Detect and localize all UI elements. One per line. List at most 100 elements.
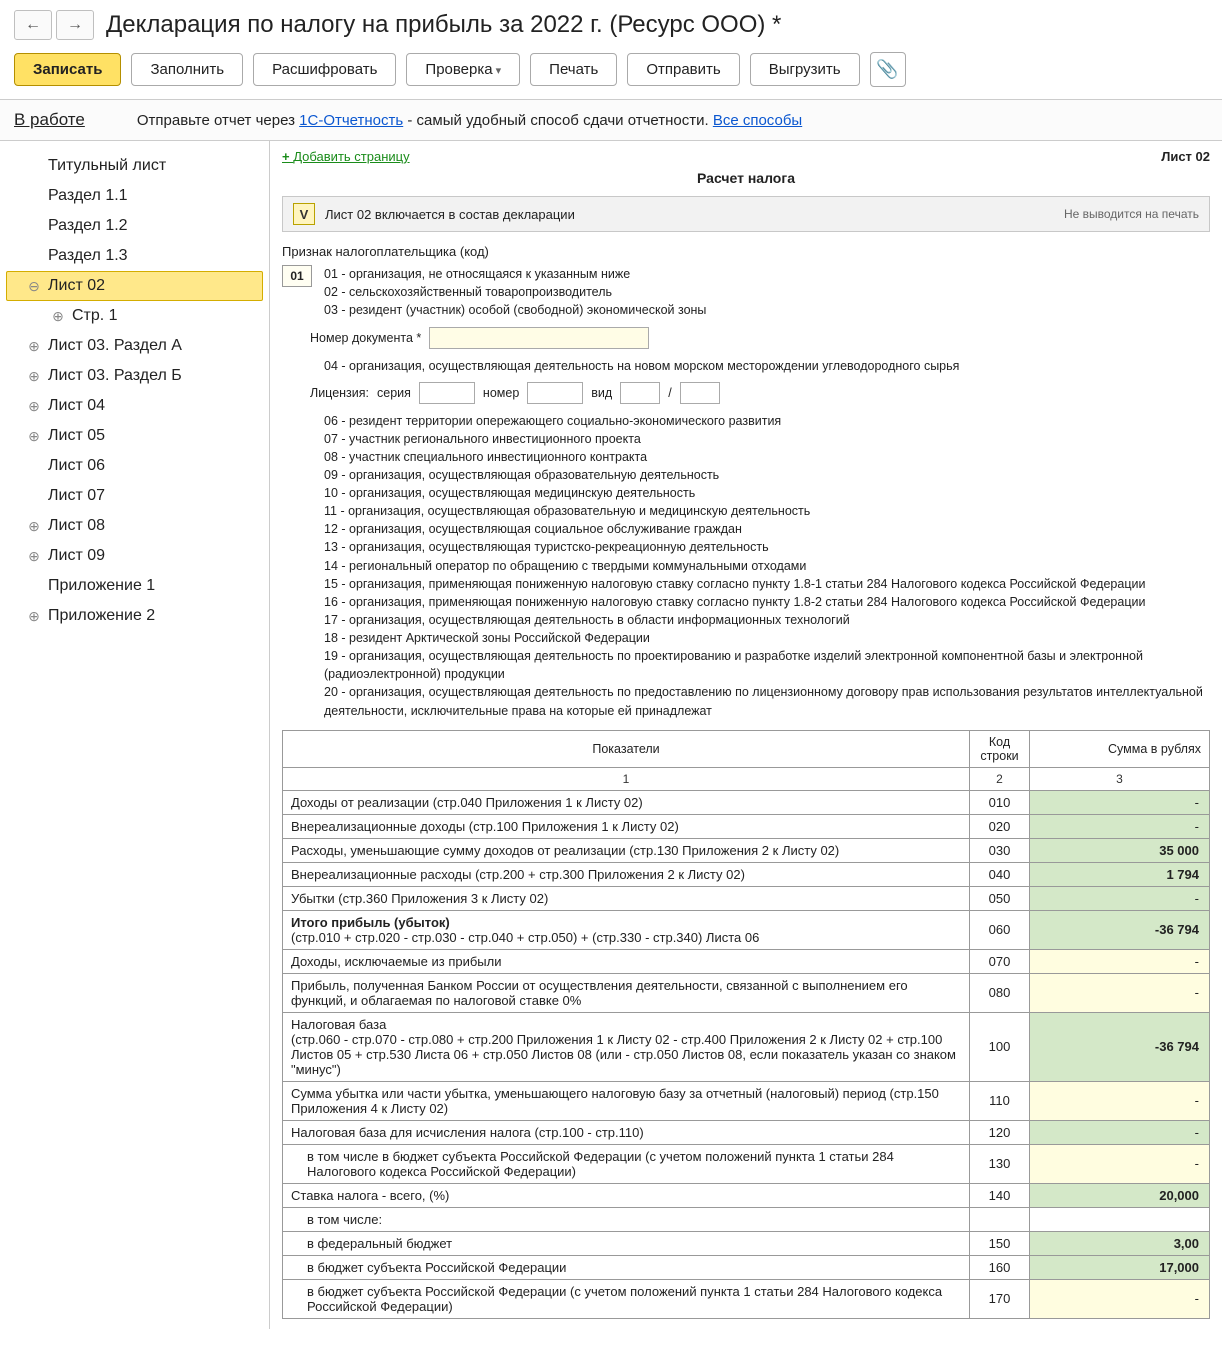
expand-icon[interactable]: ⊕ (50, 308, 66, 324)
tree-item[interactable]: Лист 06 (6, 451, 263, 481)
expand-icon[interactable]: ⊕ (26, 338, 42, 354)
cell-sum[interactable]: 20,000 (1030, 1183, 1210, 1207)
tree-item[interactable]: ⊕Стр. 1 (6, 301, 263, 331)
reporting-link[interactable]: 1С-Отчетность (299, 112, 403, 129)
cell-sum[interactable]: -36 794 (1030, 1012, 1210, 1081)
license-series-input[interactable] (419, 382, 475, 404)
table-row: Доходы от реализации (стр.040 Приложения… (283, 790, 1210, 814)
cell-sum[interactable]: - (1030, 949, 1210, 973)
tree-item-label: Титульный лист (48, 157, 166, 175)
cell-code: 100 (970, 1012, 1030, 1081)
cell-sum[interactable]: 3,00 (1030, 1231, 1210, 1255)
taxpayer-code-value[interactable]: 01 (282, 265, 312, 287)
check-button[interactable]: Проверка (406, 53, 520, 86)
decode-button[interactable]: Расшифровать (253, 53, 396, 86)
expand-icon[interactable]: ⊕ (26, 398, 42, 414)
cell-sum[interactable]: 35 000 (1030, 838, 1210, 862)
cell-sum[interactable]: - (1030, 814, 1210, 838)
cell-sum[interactable]: 17,000 (1030, 1255, 1210, 1279)
cell-indicator: в том числе в бюджет субъекта Российской… (283, 1144, 970, 1183)
cell-sum[interactable]: 1 794 (1030, 862, 1210, 886)
collapse-icon[interactable]: ⊖ (26, 278, 42, 294)
tree-item[interactable]: ⊕ Лист 09 (6, 541, 263, 571)
tree-item[interactable]: ⊖Лист 02 (6, 271, 263, 301)
cell-sum[interactable]: - (1030, 886, 1210, 910)
print-button[interactable]: Печать (530, 53, 617, 86)
all-methods-link[interactable]: Все способы (713, 112, 802, 129)
table-row: в том числе в бюджет субъекта Российской… (283, 1144, 1210, 1183)
cell-sum[interactable]: -36 794 (1030, 910, 1210, 949)
send-button[interactable]: Отправить (627, 53, 739, 86)
cell-sum[interactable]: - (1030, 1081, 1210, 1120)
tree-item-label: Лист 06 (48, 457, 105, 475)
tree-item[interactable]: ⊕Лист 03. Раздел А (6, 331, 263, 361)
code-description: 15 - организация, применяющая пониженную… (324, 575, 1210, 593)
code-description: 03 - резидент (участник) особой (свободн… (324, 301, 1210, 319)
tree-item[interactable]: ⊕Лист 05 (6, 421, 263, 451)
tree-item[interactable]: ⊕ Лист 04 (6, 391, 263, 421)
fill-button[interactable]: Заполнить (131, 53, 243, 86)
code-line-04: 04 - организация, осуществляющая деятель… (324, 357, 1210, 375)
cell-code (970, 1207, 1030, 1231)
code-description: 18 - резидент Арктической зоны Российско… (324, 629, 1210, 647)
write-button[interactable]: Записать (14, 53, 121, 86)
tree-item[interactable]: ⊕Лист 03. Раздел Б (6, 361, 263, 391)
tree-item[interactable]: ⊕Приложение 2 (6, 601, 263, 631)
tree-item-label: Раздел 1.3 (48, 247, 128, 265)
include-checkbox[interactable]: V (293, 203, 315, 225)
cell-indicator: Доходы от реализации (стр.040 Приложения… (283, 790, 970, 814)
code-description: 09 - организация, осуществляющая образов… (324, 466, 1210, 484)
table-row: Сумма убытка или части убытка, уменьшающ… (283, 1081, 1210, 1120)
cell-code: 080 (970, 973, 1030, 1012)
code-description: 14 - региональный оператор по обращению … (324, 557, 1210, 575)
cell-code: 110 (970, 1081, 1030, 1120)
expand-icon[interactable]: ⊕ (26, 428, 42, 444)
tree-item[interactable]: Раздел 1.3 (6, 241, 263, 271)
no-print-label: Не выводится на печать (1064, 207, 1199, 221)
cell-sum[interactable]: - (1030, 1144, 1210, 1183)
cell-sum[interactable]: - (1030, 790, 1210, 814)
tree-item[interactable]: ⊕ Лист 08 (6, 511, 263, 541)
expand-icon[interactable]: ⊕ (26, 608, 42, 624)
code-description: 02 - сельскохозяйственный товаропроизвод… (324, 283, 1210, 301)
table-row: Прибыль, полученная Банком России от осу… (283, 973, 1210, 1012)
export-button[interactable]: Выгрузить (750, 53, 860, 86)
expand-icon[interactable]: ⊕ (26, 518, 42, 534)
status-link[interactable]: В работе (14, 110, 85, 130)
license-type-label: вид (591, 386, 612, 400)
tree-item[interactable]: Титульный лист (6, 151, 263, 181)
cell-indicator: Прибыль, полученная Банком России от осу… (283, 973, 970, 1012)
cell-sum[interactable]: - (1030, 973, 1210, 1012)
table-row: в федеральный бюджет1503,00 (283, 1231, 1210, 1255)
attach-button[interactable]: 📎 (870, 52, 906, 87)
tree-item-label: Раздел 1.2 (48, 217, 128, 235)
cell-indicator: в федеральный бюджет (283, 1231, 970, 1255)
expand-icon[interactable]: ⊕ (26, 368, 42, 384)
tree-item-label: Лист 04 (48, 397, 105, 415)
cell-code: 170 (970, 1279, 1030, 1318)
tree-item[interactable]: Лист 07 (6, 481, 263, 511)
license-slash: / (668, 386, 671, 400)
doc-number-input[interactable] (429, 327, 649, 349)
cell-indicator: в том числе: (283, 1207, 970, 1231)
table-row: Налоговая база(стр.060 - стр.070 - стр.0… (283, 1012, 1210, 1081)
expand-icon[interactable]: ⊕ (26, 548, 42, 564)
cell-code: 030 (970, 838, 1030, 862)
tree-item-label: Лист 08 (48, 517, 105, 535)
add-page-link[interactable]: Добавить страницу (282, 149, 410, 164)
tree-item[interactable]: Приложение 1 (6, 571, 263, 601)
nav-forward-button[interactable]: → (56, 10, 94, 40)
tree-item[interactable]: Раздел 1.1 (6, 181, 263, 211)
tree-item[interactable]: Раздел 1.2 (6, 211, 263, 241)
tree-item-label: Лист 09 (48, 547, 105, 565)
table-row: Внереализационные расходы (стр.200 + стр… (283, 862, 1210, 886)
code-description: 17 - организация, осуществляющая деятель… (324, 611, 1210, 629)
code-description: 07 - участник регионального инвестиционн… (324, 430, 1210, 448)
license-type-input-2[interactable] (680, 382, 720, 404)
cell-sum[interactable]: - (1030, 1120, 1210, 1144)
license-type-input-1[interactable] (620, 382, 660, 404)
cell-sum[interactable]: - (1030, 1279, 1210, 1318)
nav-back-button[interactable]: ← (14, 10, 52, 40)
license-number-input[interactable] (527, 382, 583, 404)
cell-code: 140 (970, 1183, 1030, 1207)
